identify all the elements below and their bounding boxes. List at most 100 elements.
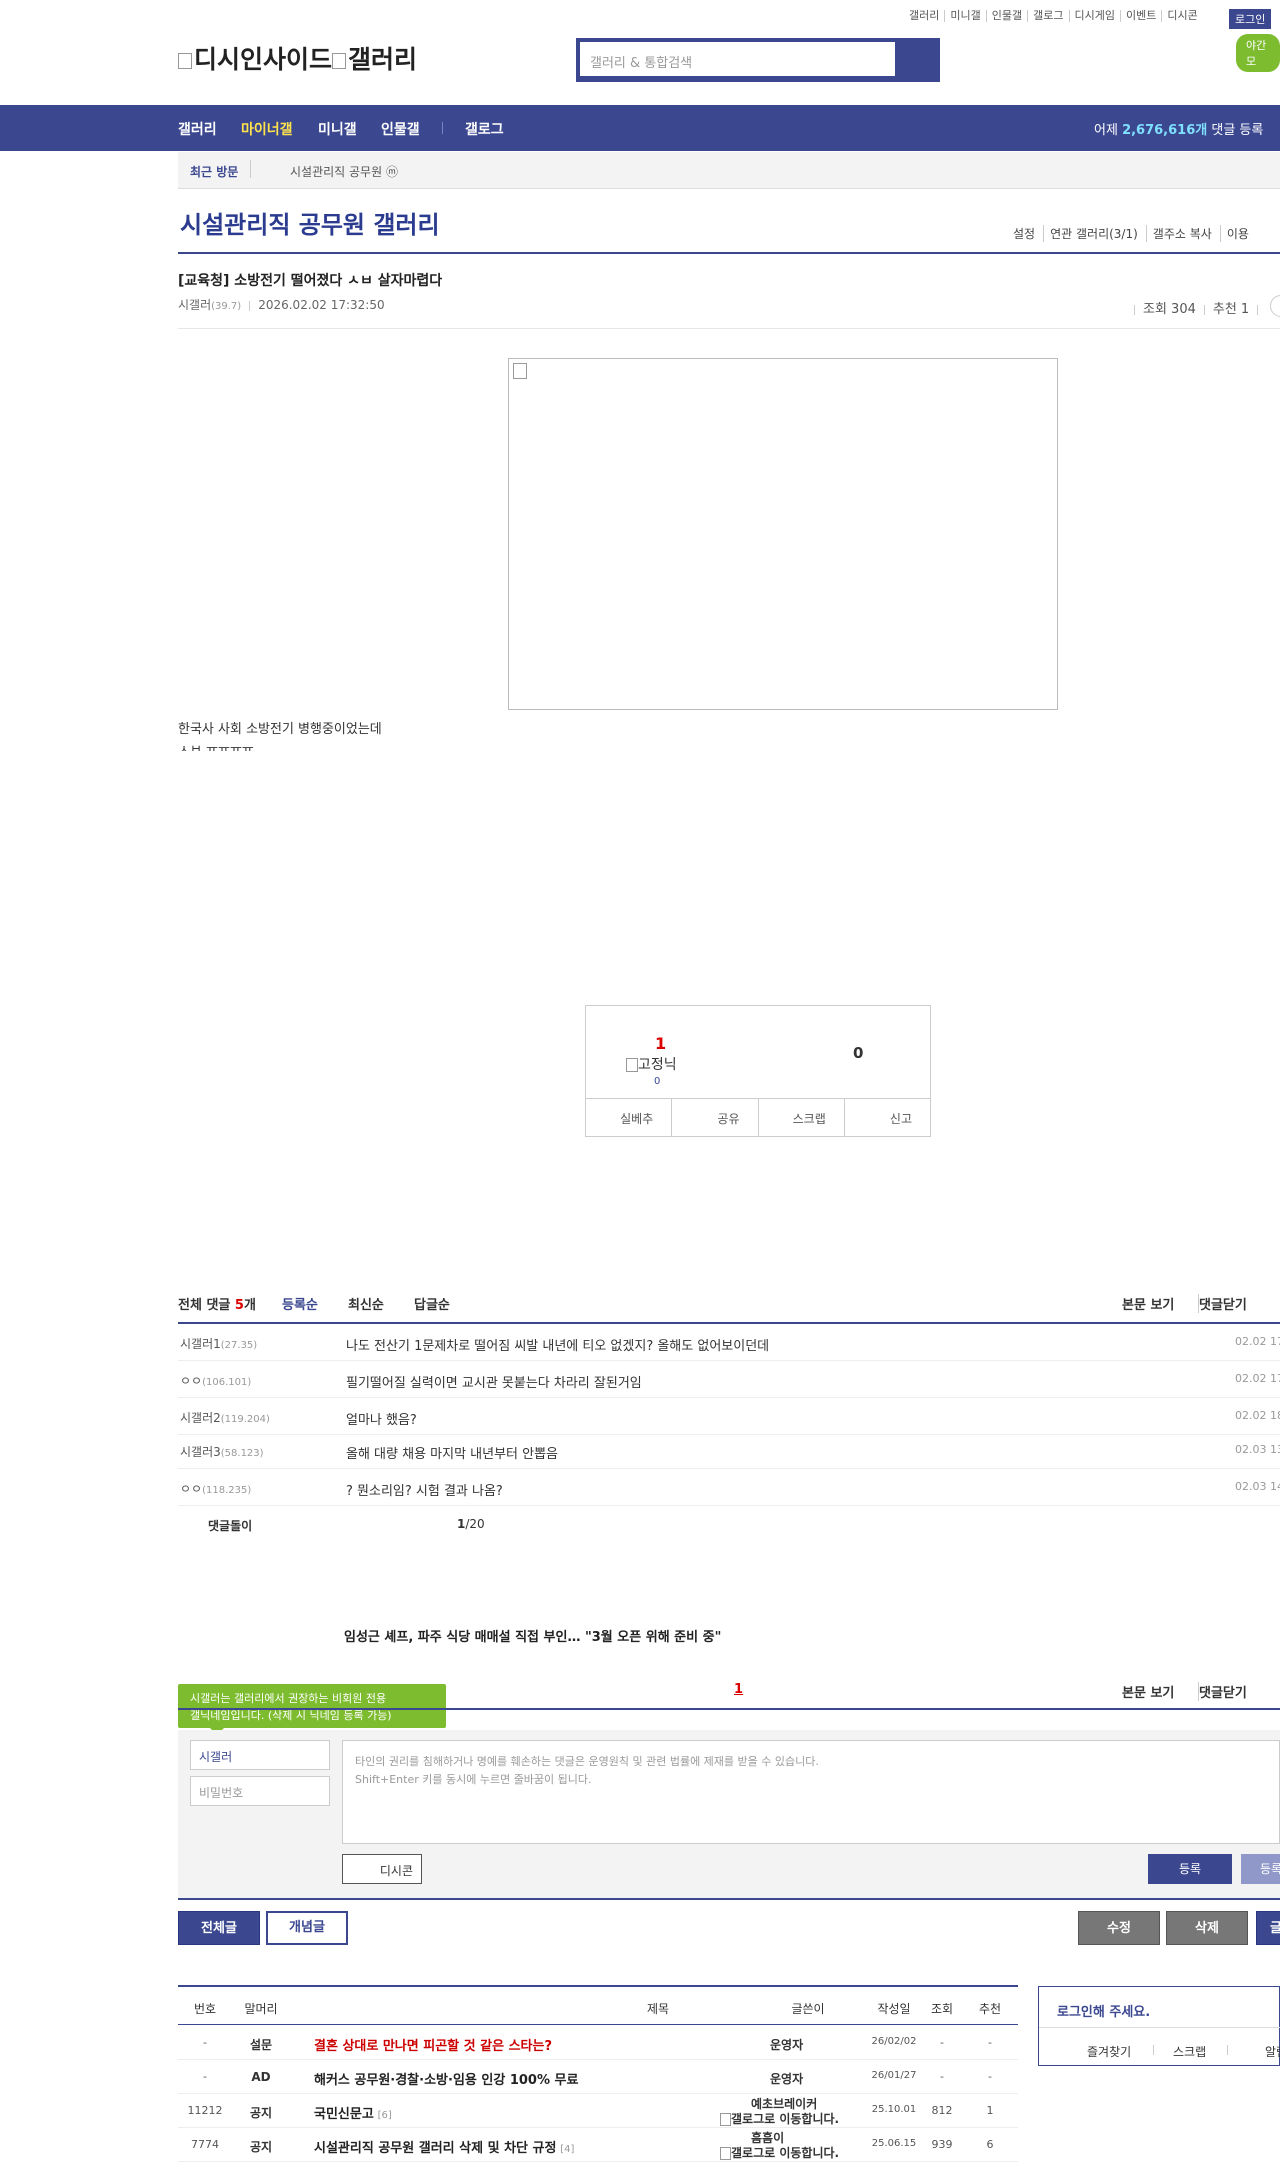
post-date: 2026.02.02 17:32:50 [258,298,385,312]
top-link-dcgame[interactable]: 디시게임 [1070,10,1121,22]
top-link-minigall[interactable]: 미니갤 [945,10,987,22]
recent-visit-label: 최근 방문 [190,165,239,179]
top-link-gallery[interactable]: 갤러리 [904,10,946,22]
comment-nick-name: ㅇㅇ [180,1374,203,1388]
post-list-date: 26/01/27 [871,2070,917,2081]
post-writer[interactable]: 운영자 [770,2036,803,2053]
usage-link[interactable]: 이용 [1219,225,1257,242]
nickname-field[interactable]: 시갤러 [190,1740,330,1770]
comment-nick[interactable]: ㅇㅇ(118.235) [180,1480,251,1497]
tab-sort-latest[interactable]: 최신순 [348,1294,384,1313]
gallog-link-text: 갤로그로 이동합니다. [731,2112,840,2126]
related-gallery-link[interactable]: 연관 갤러리(3/1) [1043,225,1146,242]
search-button[interactable] [900,42,936,78]
top-link-gallog[interactable]: 갤로그 [1028,10,1070,22]
comment-nick[interactable]: 시갤러3(58.123) [180,1443,264,1460]
tooltip-line: 시갤러는 갤러리에서 권장하는 비회원 전용 [190,1692,387,1705]
header-writer: 글쓴이 [791,2002,825,2016]
edit-button[interactable]: 수정 [1078,1911,1160,1945]
comment-total-unit: 개 [243,1298,256,1313]
close-comments-link[interactable]: 댓글닫기 [1198,1294,1247,1313]
view-body-link[interactable]: 본문 보기 [1122,1294,1174,1313]
notification-link[interactable]: 알림 [1265,2043,1280,2060]
top-link-dccon[interactable]: 디시콘 [1162,10,1202,22]
nav-gallog[interactable]: 갤로그 [465,119,504,139]
tab-sort-registered[interactable]: 등록순 [282,1294,318,1313]
gallog-link[interactable]: 갤로그로 이동합니다. [720,2110,839,2127]
best-recommend-button[interactable]: 실베추 [586,1099,671,1137]
tab-sort-replies[interactable]: 답글순 [414,1294,450,1313]
comment-total: 전체 댓글 5개 [178,1294,256,1313]
post-link[interactable]: 시설관리직 공무원 갤러리 삭제 및 차단 규정 [4] [314,2137,574,2156]
register-button[interactable]: 등록 [1148,1854,1232,1884]
night-mode-button[interactable]: 야간 모 [1236,34,1280,72]
post-reply-count: [6] [377,2110,392,2121]
page-link-1[interactable]: 1 [734,1682,743,1697]
view-body-link[interactable]: 본문 보기 [1122,1682,1174,1701]
gallery-tools: 설정 연관 갤러리(3/1) 갤주소 복사 이용 [1007,225,1257,242]
gallery-title[interactable]: 시설관리직 공무원 갤러리 [180,205,440,240]
divider [1227,2045,1228,2055]
post-list-row: 7774 공지 시설관리직 공무원 갤러리 삭제 및 차단 규정 [4] 흠흠이 갤로그… [178,2127,1018,2162]
report-button[interactable]: 신고 [843,1099,930,1137]
comment-row: ㅇㅇ(118.235) ? 뭔소리임? 시험 결과 나옴? 02.03 14 [178,1469,1280,1506]
comment-total-count: 5 [234,1298,244,1313]
post-link[interactable]: 국민신문고 [6] [314,2103,392,2122]
nav-stats-suffix: 댓글 등록 [1211,123,1264,138]
gallog-link[interactable]: 갤로그로 이동합니다. [720,2144,839,2161]
top-link-event[interactable]: 이벤트 [1121,10,1163,22]
dccon-button[interactable]: 디시콘 [342,1854,422,1884]
close-comments-link[interactable]: 댓글닫기 [1198,1682,1247,1701]
comment-text: 얼마나 했음? [346,1413,417,1428]
post-image[interactable] [508,358,1058,710]
comment-nick[interactable]: 시갤러1(27.35) [180,1335,257,1352]
delete-button[interactable]: 삭제 [1166,1911,1248,1945]
comment-nick-name: 시갤러2 [180,1411,221,1425]
password-field[interactable]: 비밀번호 [190,1776,330,1806]
nav-minor-gallery[interactable]: 마이너갤 [241,119,293,139]
scrap-link[interactable]: 스크랩 [1173,2043,1206,2060]
scrap-button[interactable]: 스크랩 [757,1099,844,1137]
comment-row: 시갤러1(27.35) 나도 전산기 1문제차로 떨어짐 씨발 내년에 티오 없겠… [178,1324,1280,1361]
post-head: 공지 [249,2140,273,2154]
comment-nick[interactable]: 시갤러2(119.204) [180,1409,270,1426]
recommend-up-button[interactable]: 고정닉 [626,1054,677,1074]
recent-visit-item[interactable]: 시설관리직 공무원 ⓜ [290,163,398,180]
concept-posts-button[interactable]: 개념글 [266,1911,348,1945]
favorites-link[interactable]: 즐겨찾기 [1087,2043,1131,2060]
comment-count-circle[interactable] [1270,295,1280,317]
nav-mini-gallery[interactable]: 미니갤 [318,119,357,139]
site-logo[interactable]: 디시인사이드 갤러리 [178,40,417,76]
top-link-person[interactable]: 인물갤 [987,10,1029,22]
gallery-settings-link[interactable]: 설정 [1007,225,1043,242]
post-link[interactable]: 결혼 상대로 만나면 피곤할 것 같은 스타는? [314,2035,552,2054]
register-recommend-button[interactable]: 등록 [1241,1854,1280,1884]
all-posts-button[interactable]: 전체글 [178,1911,260,1945]
nav-person-gallery[interactable]: 인물갤 [381,119,420,139]
search-input[interactable]: 갤러리 & 통합검색 [580,42,895,76]
comment-row: 시갤러2(119.204) 얼마나 했음? 02.02 18 [178,1398,1280,1435]
comment-nick[interactable]: ㅇㅇ(106.101) [180,1372,251,1389]
post-link[interactable]: 해커스 공무원·경찰·소방·임용 인강 100% 무료 [314,2069,578,2088]
share-button[interactable]: 공유 [671,1099,757,1137]
write-button[interactable]: 글 [1256,1911,1280,1945]
recommend-down-count[interactable]: 0 [853,1044,863,1062]
post-body-line-clipped: ㅅㅂ ㅠㅠㅠㅠ [178,739,478,751]
post-list-recommend: 6 [986,2138,994,2151]
comment-textarea[interactable]: 타인의 권리를 침해하거나 명예를 훼손하는 댓글은 운영원칙 및 관련 법률에… [342,1740,1280,1844]
comment-total-label: 전체 댓글 [178,1298,231,1313]
header-head: 말머리 [244,2002,278,2016]
comment-date: 02.02 17 [1235,1372,1280,1385]
post-writer[interactable]: 운영자 [770,2070,803,2087]
post-list-title: 결혼 상대로 만나면 피곤할 것 같은 스타는? [314,2039,553,2054]
post-list-views: - [940,2070,944,2083]
copy-gallery-url-link[interactable]: 갤주소 복사 [1145,225,1220,242]
login-prompt[interactable]: 로그인해 주세요. [1057,2001,1150,2020]
textarea-hint: Shift+Enter 키를 동시에 누르면 줄바꿈이 됩니다. [355,1773,592,1786]
login-button[interactable]: 로그인 [1229,9,1272,29]
news-headline[interactable]: 임성근 셰프, 파주 식당 매매설 직접 부인… "3월 오픈 위해 준비 중" [344,1626,721,1645]
comment-write-box: 시갤러 비밀번호 타인의 권리를 침해하거나 명예를 훼손하는 댓글은 운영원칙… [178,1730,1280,1900]
nav-gallery[interactable]: 갤러리 [178,119,217,139]
comment-section-line [178,1708,1280,1710]
post-writer[interactable]: 시갤러 [178,298,211,312]
